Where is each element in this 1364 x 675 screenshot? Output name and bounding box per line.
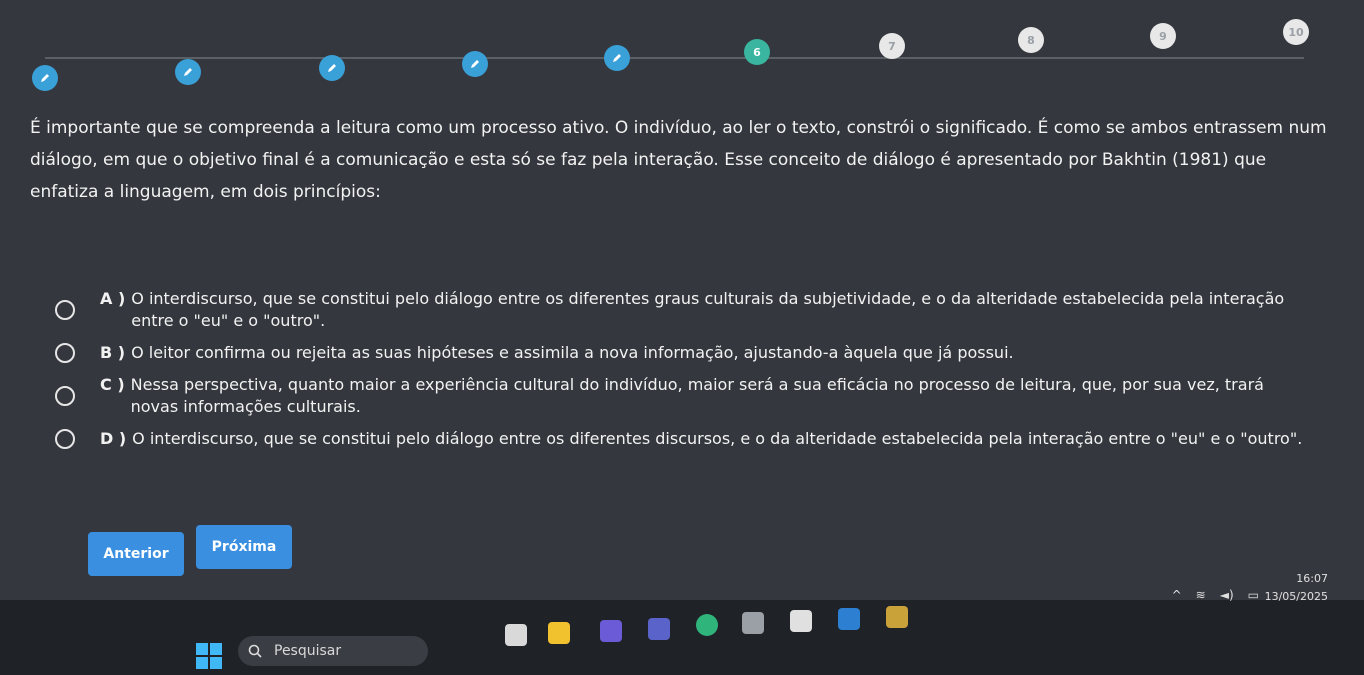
clock[interactable]: 16:07 13/05/2025	[1265, 570, 1328, 606]
progress-step-7[interactable]: 7	[879, 33, 905, 59]
option-letter: A )	[100, 289, 126, 308]
option-text: Nessa perspectiva, quanto maior a experi…	[130, 375, 1264, 416]
option-letter: B )	[100, 343, 126, 362]
edge-icon[interactable]	[696, 614, 718, 636]
teams-icon[interactable]	[648, 618, 670, 640]
progress-step-10[interactable]: 10	[1283, 19, 1309, 45]
option-letter: D )	[100, 429, 127, 448]
app-icon-9[interactable]	[886, 606, 908, 628]
pencil-icon	[471, 60, 479, 68]
step-number: 9	[1159, 29, 1167, 43]
radio-c[interactable]	[55, 386, 75, 406]
progress-stepper: 6 7 8 9 10	[0, 0, 1364, 110]
options-list: A ) O interdiscurso, que se constitui pe…	[55, 288, 1305, 460]
option-a[interactable]: A ) O interdiscurso, que se constitui pe…	[55, 288, 1305, 332]
option-text: O leitor confirma ou rejeita as suas hip…	[131, 343, 1014, 362]
windows-start-icon[interactable]	[196, 643, 222, 669]
battery-icon[interactable]: ▭	[1248, 588, 1259, 602]
option-text: O interdiscurso, que se constitui pelo d…	[131, 289, 1285, 330]
progress-step-3[interactable]	[319, 55, 345, 81]
step-number: 6	[753, 45, 761, 59]
system-tray: ^ ≋ ◄) ▭	[1172, 588, 1259, 602]
app-icon-8[interactable]	[838, 608, 860, 630]
search-icon	[248, 644, 262, 658]
radio-d[interactable]	[55, 429, 75, 449]
progress-step-5[interactable]	[604, 45, 630, 71]
store-icon[interactable]	[790, 610, 812, 632]
progress-line	[45, 57, 1304, 59]
volume-icon[interactable]: ◄)	[1220, 588, 1234, 602]
radio-a[interactable]	[55, 300, 75, 320]
progress-step-9[interactable]: 9	[1150, 23, 1176, 49]
file-explorer-icon[interactable]	[548, 622, 570, 644]
app-icon-3[interactable]	[600, 620, 622, 642]
progress-step-1[interactable]	[32, 65, 58, 91]
option-d[interactable]: D ) O interdiscurso, que se constitui pe…	[55, 428, 1305, 450]
quiz-screen: 6 7 8 9 10 É importante que se compreenda a …	[0, 0, 1364, 600]
option-letter: C )	[100, 375, 125, 394]
chevron-up-icon[interactable]: ^	[1172, 588, 1182, 602]
progress-step-2[interactable]	[175, 59, 201, 85]
search-placeholder: Pesquisar	[274, 643, 342, 659]
question-text: É importante que se compreenda a leitura…	[30, 118, 1327, 202]
option-text: O interdiscurso, que se constitui pelo d…	[132, 429, 1303, 448]
wifi-icon[interactable]: ≋	[1196, 588, 1206, 602]
pencil-icon	[41, 74, 49, 82]
app-icon-1[interactable]	[505, 624, 527, 646]
pencil-icon	[613, 54, 621, 62]
step-number: 7	[888, 39, 896, 53]
clock-date: 13/05/2025	[1264, 590, 1328, 603]
pencil-icon	[328, 64, 336, 72]
next-button[interactable]: Próxima	[196, 525, 292, 569]
option-c[interactable]: C ) Nessa perspectiva, quanto maior a ex…	[55, 374, 1305, 418]
settings-icon[interactable]	[742, 612, 764, 634]
progress-step-6[interactable]: 6	[744, 39, 770, 65]
clock-time: 16:07	[1296, 572, 1328, 585]
progress-step-8[interactable]: 8	[1018, 27, 1044, 53]
radio-b[interactable]	[55, 343, 75, 363]
option-b[interactable]: B ) O leitor confirma ou rejeita as suas…	[55, 342, 1305, 364]
previous-button[interactable]: Anterior	[88, 532, 184, 576]
progress-step-4[interactable]	[462, 51, 488, 77]
step-number: 8	[1027, 33, 1035, 47]
taskbar: Pesquisar ^ ≋ ◄) ▭ 16:07 13/05/2025	[0, 572, 1364, 675]
pencil-icon	[184, 68, 192, 76]
step-number: 10	[1288, 25, 1304, 39]
taskbar-search[interactable]: Pesquisar	[238, 636, 428, 666]
